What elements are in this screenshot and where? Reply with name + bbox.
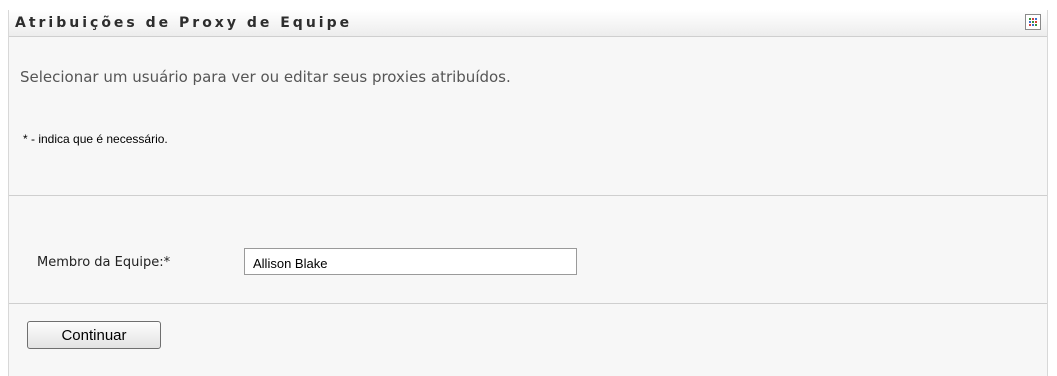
grid-menu-icon[interactable] (1025, 14, 1041, 30)
portlet-title-bar: Atribuições de Proxy de Equipe (9, 10, 1047, 37)
team-member-input[interactable] (244, 248, 577, 275)
required-fields-note: * - indica que é necessário. (23, 132, 168, 146)
portlet-title: Atribuições de Proxy de Equipe (15, 15, 353, 31)
portlet-description: Selecionar um usuário para ver ou editar… (20, 68, 511, 86)
section-divider (9, 195, 1047, 196)
team-proxy-portlet: Atribuições de Proxy de Equipe Seleciona… (8, 10, 1048, 376)
form-divider (9, 303, 1047, 304)
continue-button[interactable]: Continuar (27, 321, 161, 349)
team-member-label: Membro da Equipe:* (37, 255, 171, 270)
